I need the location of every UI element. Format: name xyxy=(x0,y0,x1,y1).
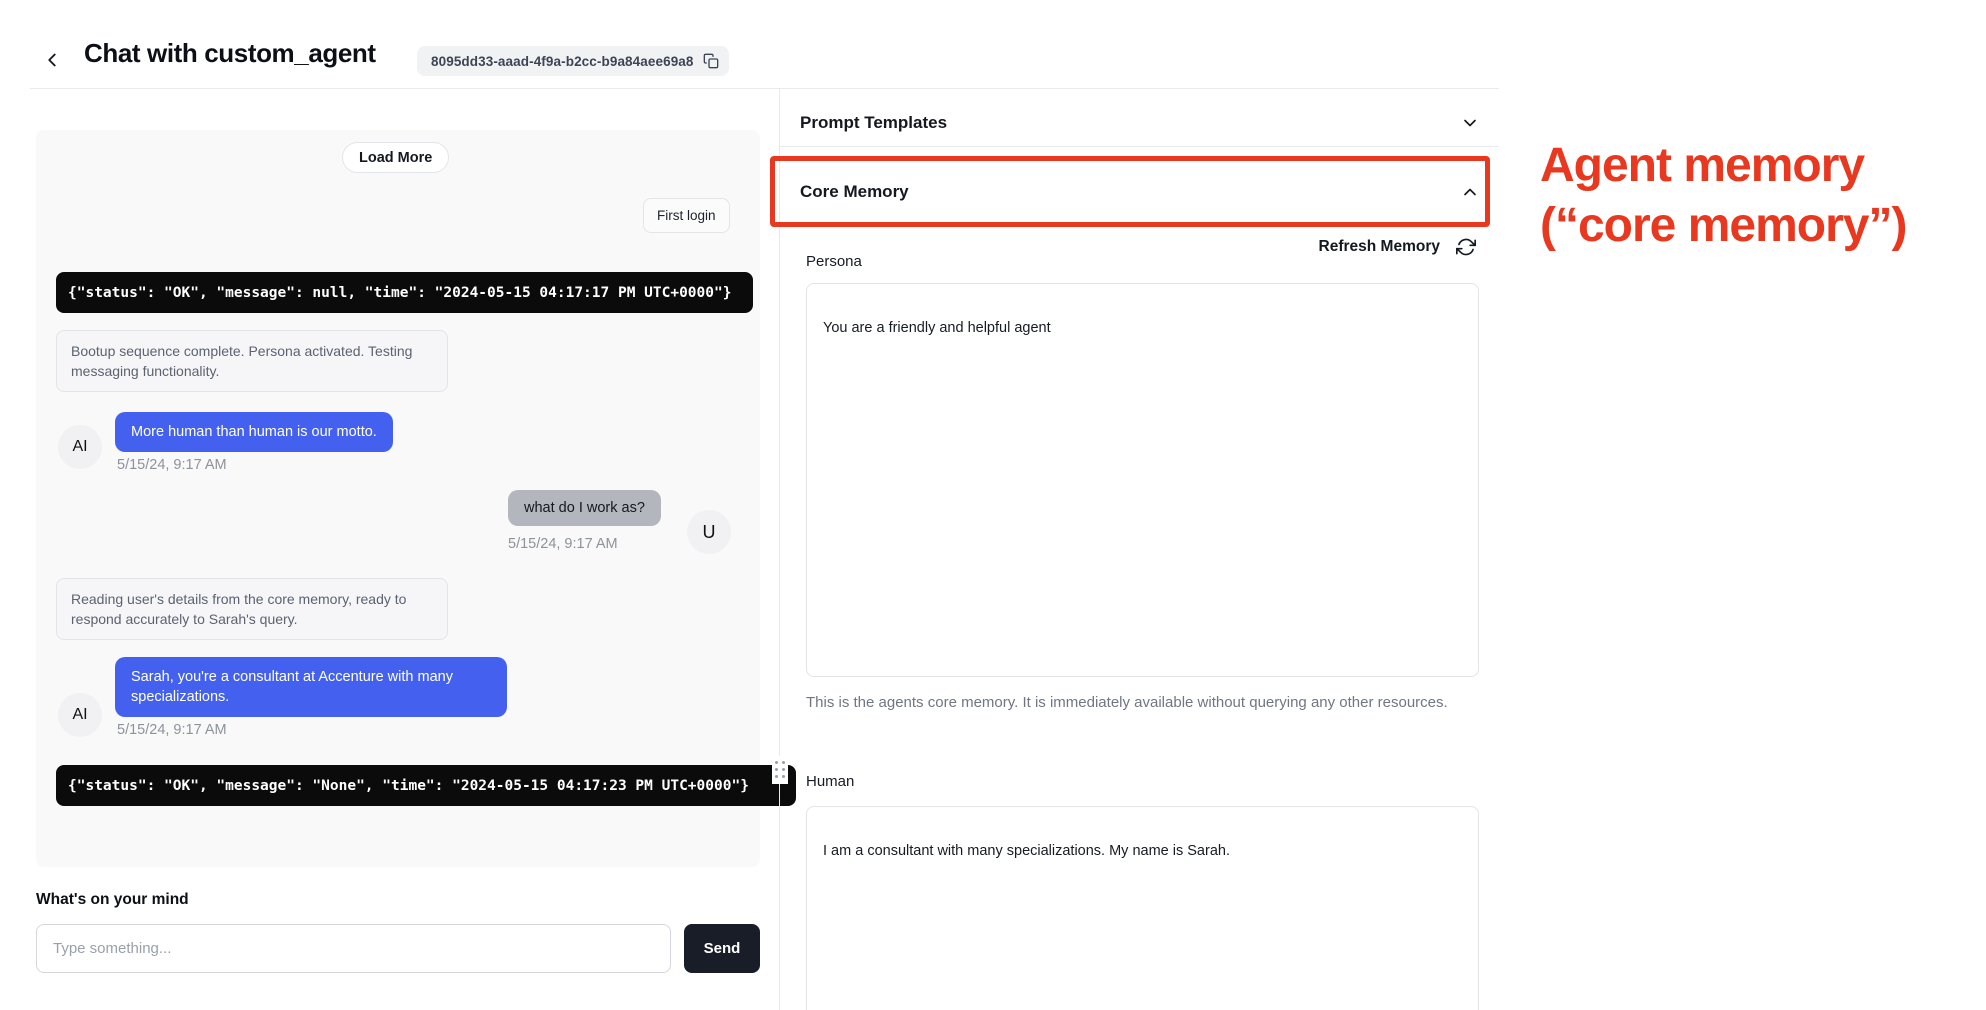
load-more-button[interactable]: Load More xyxy=(342,142,449,173)
message-system-json: {"status": "OK", "message": "None", "tim… xyxy=(56,765,796,806)
chevron-down-icon xyxy=(1460,113,1480,133)
chat-message-panel: Load More First login {"status": "OK", "… xyxy=(36,130,760,867)
app-window: Chat with custom_agent 8095dd33-aaad-4f9… xyxy=(0,0,1986,1010)
annotation-line2: (“core memory”) xyxy=(1540,196,1980,256)
first-login-badge: First login xyxy=(643,198,730,233)
ai-avatar: AI xyxy=(58,693,102,737)
header-divider xyxy=(30,88,1499,89)
back-button[interactable] xyxy=(38,46,66,74)
persona-textarea[interactable]: You are a friendly and helpful agent xyxy=(806,283,1479,677)
message-system-json: {"status": "OK", "message": null, "time"… xyxy=(56,272,753,313)
ai-avatar: AI xyxy=(58,425,102,469)
human-label: Human xyxy=(806,773,854,790)
core-memory-description: This is the agents core memory. It is im… xyxy=(806,690,1451,715)
message-timestamp: 5/15/24, 9:17 AM xyxy=(117,457,227,473)
section-prompt-templates[interactable]: Prompt Templates xyxy=(800,100,1480,146)
message-thought: Bootup sequence complete. Persona activa… xyxy=(56,330,448,392)
message-timestamp: 5/15/24, 9:17 AM xyxy=(117,722,227,738)
annotation-line1: Agent memory xyxy=(1540,136,1980,196)
human-textarea[interactable]: I am a consultant with many specializati… xyxy=(806,806,1479,1010)
agent-id-badge[interactable]: 8095dd33-aaad-4f9a-b2cc-b9a84aee69a8 xyxy=(417,46,729,76)
send-button[interactable]: Send xyxy=(684,924,760,973)
panel-divider xyxy=(779,89,780,1010)
section-label: Prompt Templates xyxy=(800,113,947,133)
message-timestamp: 5/15/24, 9:17 AM xyxy=(508,536,618,552)
composer-label: What's on your mind xyxy=(36,891,189,909)
chevron-up-icon xyxy=(1460,182,1480,202)
copy-icon[interactable] xyxy=(703,53,719,69)
message-ai: Sarah, you're a consultant at Accenture … xyxy=(115,657,507,717)
refresh-memory-row: Refresh Memory xyxy=(800,234,1476,260)
user-avatar: U xyxy=(687,510,731,554)
refresh-memory-button[interactable]: Refresh Memory xyxy=(1319,238,1440,256)
chevron-left-icon xyxy=(41,49,63,71)
annotation-text: Agent memory (“core memory”) xyxy=(1540,136,1980,256)
persona-label: Persona xyxy=(806,253,862,270)
section-label: Core Memory xyxy=(800,182,909,202)
refresh-icon[interactable] xyxy=(1456,237,1476,257)
section-core-memory[interactable]: Core Memory xyxy=(800,169,1480,215)
message-user: what do I work as? xyxy=(508,490,661,526)
section-divider xyxy=(780,146,1499,147)
drag-handle-icon[interactable] xyxy=(772,756,788,784)
message-ai: More human than human is our motto. xyxy=(115,412,393,452)
agent-id: 8095dd33-aaad-4f9a-b2cc-b9a84aee69a8 xyxy=(431,54,694,69)
message-input[interactable] xyxy=(36,924,671,973)
message-thought: Reading user's details from the core mem… xyxy=(56,578,448,640)
page-title: Chat with custom_agent xyxy=(84,38,376,69)
